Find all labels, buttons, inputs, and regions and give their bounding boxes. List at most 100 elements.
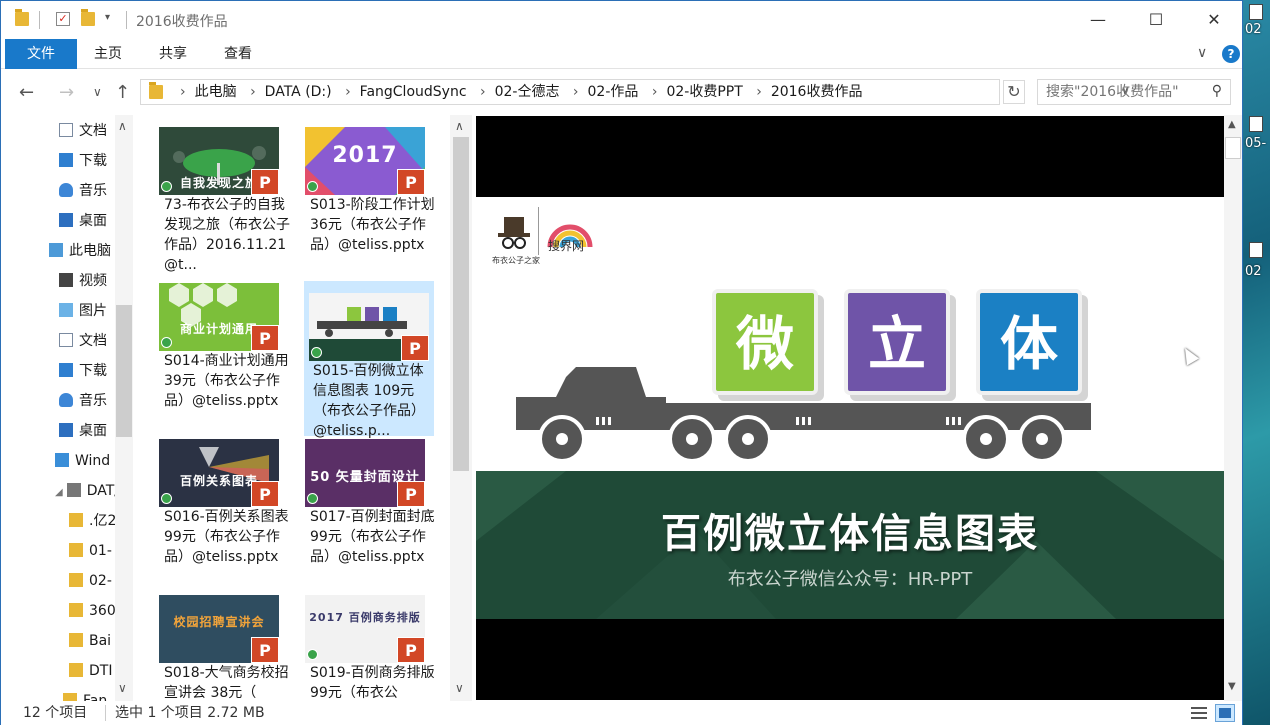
properties-icon[interactable]: ✓ [56, 12, 70, 26]
file-thumbnail: 50 矢量封面设计 P [305, 439, 425, 507]
file-item[interactable]: 校园招聘宣讲会 P S018-大气商务校招宣讲会 38元（ [137, 583, 289, 701]
breadcrumb-item[interactable]: 02-收费PPT [666, 84, 742, 100]
scrollbar-thumb[interactable] [116, 305, 132, 437]
file-list-scrollbar[interactable]: ∧ ∨ [450, 115, 472, 701]
desktop-label[interactable]: 02 [1245, 264, 1262, 279]
nav-item-label: 桌面 [79, 213, 107, 229]
maximize-button[interactable]: ☐ [1127, 1, 1185, 39]
powerpoint-icon: P [397, 169, 425, 195]
file-thumbnail: 校园招聘宣讲会 P [159, 595, 279, 663]
desktop-label[interactable]: 05- [1245, 136, 1266, 151]
file-item[interactable]: 百例关系图表 P S016-百例关系图表 99元（布衣公子作品）@teliss.… [137, 427, 289, 582]
nav-pane-scrollbar[interactable]: ∧ ∨ [115, 115, 133, 701]
nav-item-label: 音乐 [79, 393, 107, 409]
navigation-pane: 文档 下载 音乐 桌面 此电脑 视频 图片 文档 下载 音乐 桌面 Wind ◢… [1, 115, 137, 701]
details-view-icon[interactable] [1189, 704, 1209, 722]
file-name: S014-商业计划通用 39元（布衣公子作品）@teliss.pptx [164, 353, 289, 409]
breadcrumb-separator-icon[interactable]: › [573, 84, 579, 100]
file-item[interactable]: 2017 P S013-阶段工作计划 36元（布衣公子作品）@teliss.pp… [283, 115, 435, 270]
desktop-file-icon[interactable] [1249, 242, 1263, 258]
minimize-button[interactable]: — [1069, 1, 1127, 39]
file-item[interactable]: 50 矢量封面设计 P S017-百例封面封底 99元（布衣公子作品）@teli… [283, 427, 435, 582]
desktop-background: 02 05- 02 [1243, 0, 1270, 725]
search-box[interactable]: ⚲ [1037, 79, 1231, 105]
picture-icon [59, 303, 73, 317]
breadcrumb-separator-icon[interactable]: › [480, 84, 486, 100]
separator [126, 11, 127, 29]
logo-caption: 布衣公子之家 [492, 256, 540, 265]
desktop-icon [59, 213, 73, 227]
sync-status-icon [307, 649, 318, 660]
nav-item-label: 图片 [79, 303, 107, 319]
powerpoint-icon: P [251, 637, 279, 663]
search-icon[interactable]: ⚲ [1212, 83, 1222, 99]
forward-button[interactable]: → [59, 82, 74, 103]
file-list: 自我发现之旅 P 73-布衣公子的自我发现之旅（布衣公子作品）2016.11.2… [137, 115, 450, 701]
breadcrumb-separator-icon[interactable]: › [652, 84, 658, 100]
tab-home[interactable]: 主页 [87, 39, 129, 69]
refresh-button[interactable]: ↻ [1003, 80, 1025, 104]
desktop-file-icon[interactable] [1249, 116, 1263, 132]
scroll-down-icon[interactable]: ∨ [118, 681, 127, 695]
breadcrumb-separator-icon[interactable]: › [345, 84, 351, 100]
breadcrumb-separator-icon[interactable]: › [250, 84, 256, 100]
breadcrumb-item[interactable]: DATA (D:) [265, 84, 332, 100]
scrollbar-thumb[interactable] [453, 137, 469, 471]
breadcrumb-item[interactable]: 02-仝德志 [495, 84, 560, 100]
separator [39, 11, 40, 29]
back-button[interactable]: ← [19, 82, 34, 103]
large-icons-view-icon[interactable] [1215, 704, 1235, 722]
nav-item-label: .亿2 [89, 513, 117, 529]
address-bar[interactable]: › 此电脑 › DATA (D:) › FangCloudSync › 02-仝德志 ›… [140, 79, 1129, 105]
desktop-label[interactable]: 02 [1245, 22, 1262, 37]
nav-item-label: 下载 [79, 153, 107, 169]
nav-item-label: Fan [83, 693, 108, 701]
tab-view[interactable]: 查看 [217, 39, 259, 69]
nav-item-label: 02- [89, 573, 112, 589]
customize-toolbar-icon[interactable]: ▾ [105, 12, 110, 23]
title-bar[interactable]: ✓ ▾ 2016收费作品 — ☐ ✕ [1, 1, 1242, 39]
breadcrumb-item[interactable]: 02-作品 [588, 84, 639, 100]
new-folder-icon[interactable] [81, 9, 95, 26]
breadcrumb-item[interactable]: FangCloudSync [360, 84, 467, 100]
up-button[interactable]: ↑ [115, 82, 130, 103]
folder-icon [69, 633, 83, 647]
file-item[interactable]: 2017 百例商务排版 P S019-百例商务排版 99元（布衣公 [283, 583, 435, 701]
close-button[interactable]: ✕ [1185, 1, 1243, 39]
nav-item-label: 此电脑 [69, 243, 111, 259]
file-name: S013-阶段工作计划 36元（布衣公子作品）@teliss.pptx [310, 197, 435, 253]
file-item[interactable]: 自我发现之旅 P 73-布衣公子的自我发现之旅（布衣公子作品）2016.11.2… [137, 115, 290, 273]
file-item[interactable]: 商业计划通用 P S014-商业计划通用 39元（布衣公子作品）@teliss.… [137, 271, 289, 426]
sync-status-icon [161, 337, 172, 348]
recent-locations-icon[interactable]: ∨ [93, 85, 102, 99]
slide-preview: 布衣公子之家 搜界网 微 立 体 百例微立体信息图表 布衣公子微信公众号：HR-… [476, 116, 1224, 700]
preview-scrollbar[interactable]: ▲ ▼ [1224, 115, 1242, 701]
breadcrumb-separator-icon[interactable]: › [180, 84, 186, 100]
scroll-up-icon[interactable]: ▲ [1228, 119, 1236, 130]
scroll-down-icon[interactable]: ▼ [1228, 681, 1236, 692]
search-input[interactable] [1038, 80, 1198, 104]
breadcrumb-item[interactable]: 此电脑 [195, 84, 237, 100]
file-thumbnail: 商业计划通用 P [159, 283, 279, 351]
help-icon[interactable]: ? [1222, 45, 1240, 63]
expand-arrow-icon[interactable]: ◢ [55, 487, 63, 498]
status-bar: 12 个项目 选中 1 个项目 2.72 MB [1, 701, 1242, 725]
folder-icon [69, 513, 83, 527]
scroll-down-icon[interactable]: ∨ [455, 681, 464, 695]
file-item-selected[interactable]: P S015-百例微立体信息图表 109元（布衣公子作品）@teliss.p..… [304, 281, 434, 439]
tab-share[interactable]: 共享 [152, 39, 194, 69]
scroll-up-icon[interactable]: ∧ [118, 119, 127, 133]
file-name: S018-大气商务校招宣讲会 38元（ [164, 665, 289, 701]
scroll-up-icon[interactable]: ∧ [455, 119, 464, 133]
breadcrumb-separator-icon[interactable]: › [756, 84, 762, 100]
expand-ribbon-icon[interactable]: ∨ [1197, 45, 1207, 61]
thumbnail-label: 2017 [332, 143, 398, 168]
file-thumbnail: 2017 百例商务排版 P [305, 595, 425, 663]
folder-icon [69, 663, 83, 677]
breadcrumb-item[interactable]: 2016收费作品 [771, 84, 863, 100]
nav-item-label: 下载 [79, 363, 107, 379]
scrollbar-thumb[interactable] [1225, 137, 1241, 159]
tab-file[interactable]: 文件 [5, 39, 77, 69]
item-count: 12 个项目 [23, 705, 88, 721]
desktop-file-icon[interactable] [1249, 4, 1263, 20]
